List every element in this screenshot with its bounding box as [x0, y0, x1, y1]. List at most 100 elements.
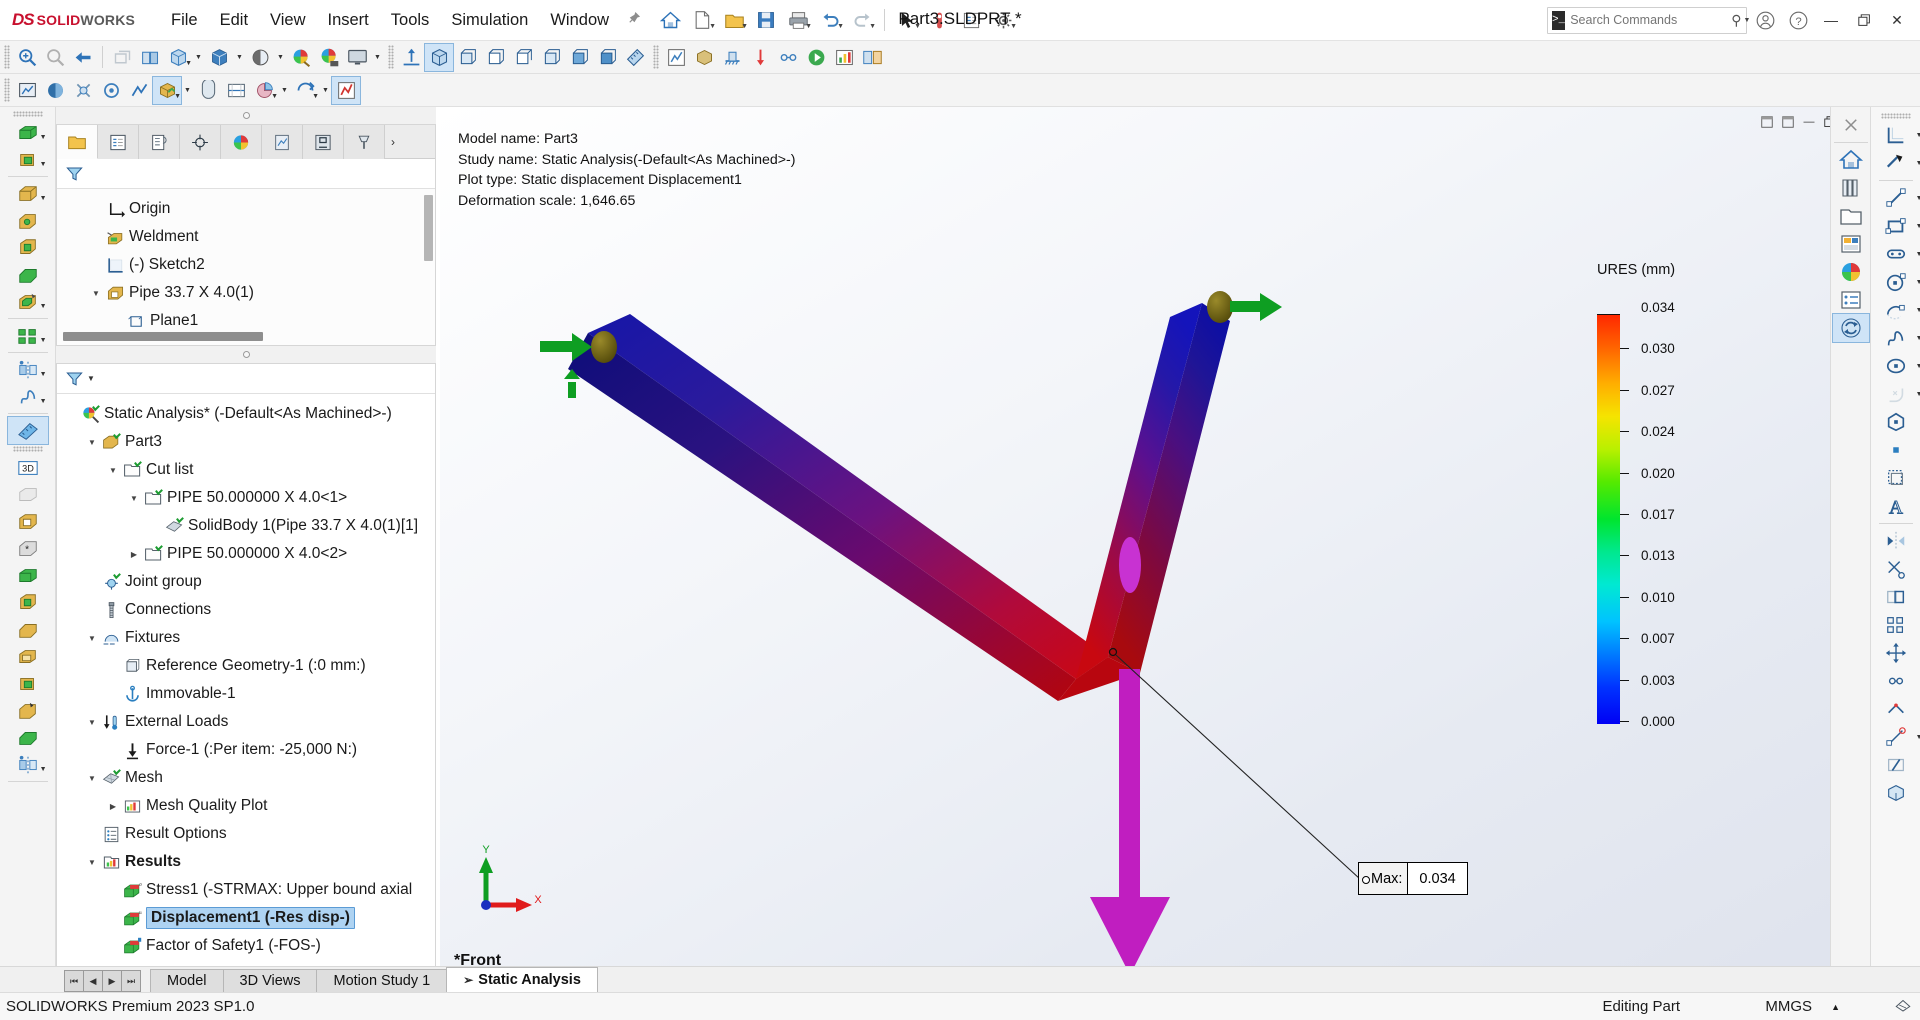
- next-record-icon[interactable]: ▶: [102, 970, 122, 992]
- weld-bead-icon[interactable]: [8, 643, 48, 670]
- magnifier-icon[interactable]: ⚲: [1731, 12, 1741, 29]
- chevron-down-icon[interactable]: ▼: [40, 134, 47, 141]
- chevron-down-icon[interactable]: ▼: [40, 161, 47, 168]
- gusset-icon[interactable]: [8, 589, 48, 616]
- tree-node[interactable]: ▼ Fixtures: [57, 624, 435, 652]
- plot-tools-icon[interactable]: [222, 77, 250, 104]
- linear-pattern-icon[interactable]: ▼: [8, 322, 48, 349]
- move-entities-icon[interactable]: [1878, 639, 1914, 667]
- lofted-boss-icon[interactable]: ▼: [8, 288, 48, 315]
- close-viewport-icon[interactable]: [1833, 111, 1869, 139]
- chevron-down-icon[interactable]: ▼: [84, 438, 100, 447]
- measure-icon[interactable]: [621, 44, 649, 71]
- graphics-viewport[interactable]: — ✕ Model name: Part3 Study name: Static…: [440, 107, 1870, 987]
- menu-item-view[interactable]: View: [259, 8, 316, 33]
- tab-cam-manager[interactable]: [344, 125, 385, 159]
- home-button[interactable]: [655, 5, 685, 35]
- curves-icon[interactable]: ▼: [8, 383, 48, 410]
- display-monitor-icon[interactable]: [343, 44, 371, 71]
- text-icon[interactable]: A: [1878, 492, 1914, 520]
- chevron-down-icon[interactable]: ▼: [271, 93, 278, 100]
- previous-record-icon[interactable]: ◀: [83, 970, 103, 992]
- sheet-metal-icon[interactable]: [8, 670, 48, 697]
- file-explorer-icon[interactable]: [1833, 202, 1869, 230]
- chevron-down-icon[interactable]: ▼: [1010, 23, 1017, 30]
- tree-node[interactable]: ▼ PIPE 50.000000 X 4.0<1>: [57, 484, 435, 512]
- end-cap-icon[interactable]: [8, 562, 48, 589]
- print-button[interactable]: ▼: [783, 5, 813, 35]
- menu-item-simulation[interactable]: Simulation: [440, 8, 539, 33]
- extruded-boss-icon[interactable]: ▼: [8, 119, 48, 146]
- chevron-down-icon[interactable]: ▼: [185, 60, 192, 67]
- back-view-icon[interactable]: [593, 44, 621, 71]
- model-tree-filter[interactable]: [57, 159, 435, 189]
- spline-icon[interactable]: ▼: [1878, 324, 1920, 352]
- toolbar-grip[interactable]: [4, 45, 10, 69]
- chevron-down-icon[interactable]: ▼: [319, 77, 332, 104]
- simulation-tree-filter[interactable]: ▼: [57, 364, 435, 394]
- document-tab[interactable]: Model: [150, 969, 224, 992]
- normal-to-icon[interactable]: [397, 44, 425, 71]
- chevron-down-icon[interactable]: ▼: [40, 303, 47, 310]
- view-orientation-icon[interactable]: [136, 44, 164, 71]
- tree-node[interactable]: ▼ Pipe 33.7 X 4.0(1): [57, 279, 435, 307]
- instant3d-icon[interactable]: [1878, 779, 1914, 807]
- document-tab[interactable]: ➢ Static Analysis: [446, 967, 598, 992]
- document-tab[interactable]: 3D Views: [222, 969, 318, 992]
- help-question-icon[interactable]: ?: [1783, 6, 1813, 34]
- ellipse-icon[interactable]: ▼: [1878, 352, 1920, 380]
- tree-node[interactable]: Reference Geometry-1 (:0 mm:): [57, 652, 435, 680]
- new-study-icon[interactable]: [13, 77, 41, 104]
- toolbar-grip[interactable]: [653, 45, 659, 69]
- smart-dimension-icon[interactable]: ▼: [1878, 149, 1920, 177]
- close-window-button[interactable]: ✕: [1882, 6, 1912, 34]
- result-advisor-2-icon[interactable]: [194, 77, 222, 104]
- zoom-to-area-icon[interactable]: [41, 44, 69, 71]
- chevron-down-icon[interactable]: ▼: [371, 44, 384, 71]
- tree-node[interactable]: SolidBody 1(Pipe 33.7 X 4.0(1)[1]: [57, 512, 435, 540]
- menu-item-edit[interactable]: Edit: [209, 8, 259, 33]
- view-settings-icon[interactable]: [315, 44, 343, 71]
- chevron-down-icon[interactable]: ▼: [40, 398, 47, 405]
- document-tab[interactable]: Motion Study 1: [316, 969, 448, 992]
- chevron-down-icon[interactable]: ▼: [1916, 132, 1920, 139]
- isometric-view-icon[interactable]: [424, 42, 454, 72]
- open-document-button[interactable]: ▼: [719, 5, 749, 35]
- results-advisor-icon[interactable]: [830, 44, 858, 71]
- 3d-sketch-icon[interactable]: 3D: [8, 454, 48, 481]
- toolbar-grip[interactable]: [4, 78, 10, 102]
- section-view-icon[interactable]: [108, 44, 136, 71]
- mirror-entities-icon[interactable]: [1878, 527, 1914, 555]
- line-icon[interactable]: ▼: [1878, 184, 1920, 212]
- panel-splitter-top[interactable]: [56, 107, 436, 124]
- tree-node[interactable]: Weldment: [57, 223, 435, 251]
- chevron-down-icon[interactable]: ▼: [914, 23, 921, 30]
- chevron-down-icon[interactable]: ▼: [126, 494, 142, 503]
- select-cursor-button[interactable]: ▼: [892, 5, 922, 35]
- load-2-icon[interactable]: [97, 77, 125, 104]
- chevron-down-icon[interactable]: ▼: [869, 23, 876, 30]
- horizontal-scrollbar[interactable]: [63, 332, 263, 341]
- bottom-view-icon[interactable]: [565, 44, 593, 71]
- rectangle-icon[interactable]: ▼: [1878, 212, 1920, 240]
- rebuild-button[interactable]: [924, 5, 954, 35]
- fixture-2-icon[interactable]: [69, 77, 97, 104]
- circle-icon[interactable]: ▼: [1878, 268, 1920, 296]
- last-record-icon[interactable]: ⏭: [121, 970, 141, 992]
- toolbar-grip[interactable]: [12, 446, 43, 452]
- search-input[interactable]: [1570, 13, 1732, 27]
- tab-simulation-manager[interactable]: [303, 125, 344, 159]
- chevron-down-icon[interactable]: ▼: [174, 93, 181, 100]
- redo-button[interactable]: ▼: [847, 5, 877, 35]
- offset-entities-icon[interactable]: [1878, 464, 1914, 492]
- display-delete-relations-icon[interactable]: [1878, 667, 1914, 695]
- simulation-study-icon[interactable]: [662, 44, 690, 71]
- trim-extend-icon[interactable]: *: [8, 535, 48, 562]
- tree-node[interactable]: Plane1: [57, 307, 435, 335]
- pdm-icon[interactable]: [1831, 313, 1870, 343]
- splitter-handle[interactable]: [242, 351, 250, 358]
- chevron-down-icon[interactable]: ▼: [1916, 734, 1920, 741]
- tree-node[interactable]: Joint group: [57, 568, 435, 596]
- tree-node[interactable]: Connections: [57, 596, 435, 624]
- tab-dimxpert-manager[interactable]: [180, 125, 221, 159]
